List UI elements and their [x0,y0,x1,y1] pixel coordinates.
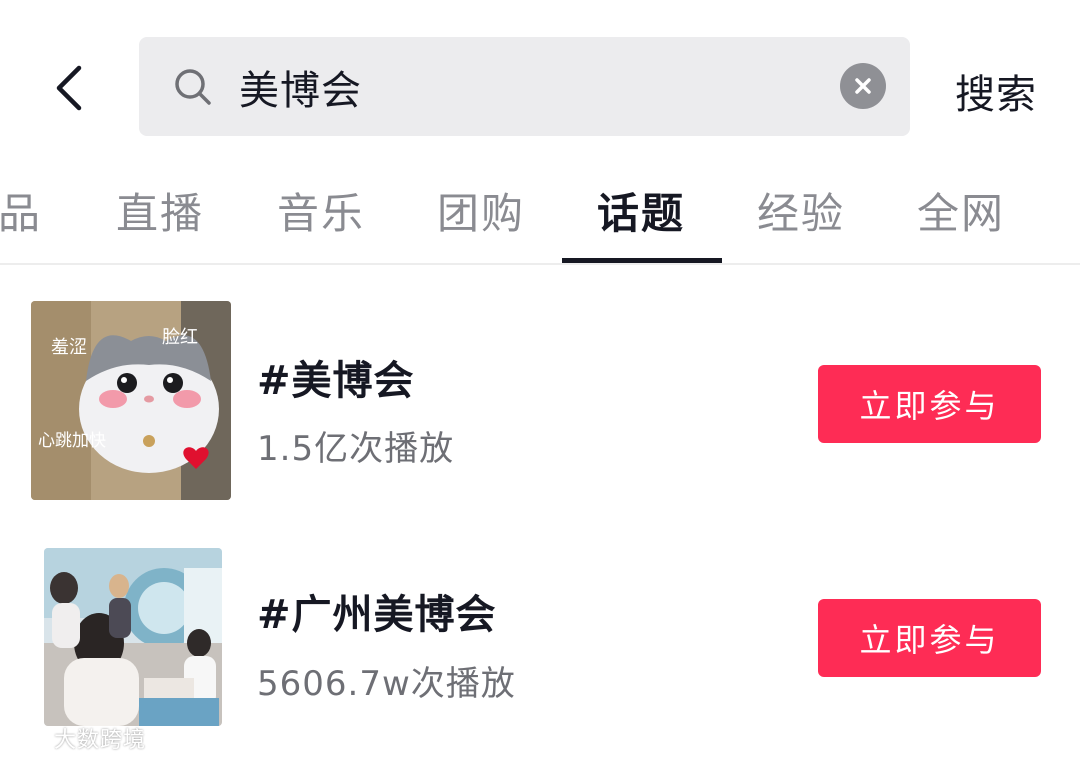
tab-live[interactable]: 直播 [116,180,204,241]
thumb-caption-shy: 羞涩 [51,337,87,358]
search-input[interactable]: 美博会 [139,37,910,136]
topic-result-item[interactable]: #广州美博会 5606.7w次播放 立即参与 [0,540,1080,740]
topic-play-count: 1.5亿次播放 [257,429,455,469]
topic-thumbnail-cat[interactable]: 羞涩 脸红 心跳加快 [31,301,231,500]
close-icon [855,78,871,94]
search-submit-button[interactable]: 搜索 [955,62,1037,120]
tabs-divider [0,263,1080,265]
watermark: 大数跨境 [8,722,146,754]
tab-products[interactable]: 品 [0,180,42,241]
category-tabs: 品 直播 音乐 团购 话题 经验 全网 [0,180,1080,264]
back-button[interactable] [40,58,96,118]
join-topic-button[interactable]: 立即参与 [818,365,1041,443]
clear-search-button[interactable] [840,63,886,109]
tab-all-web[interactable]: 全网 [917,180,1005,241]
topic-result-item[interactable]: 羞涩 脸红 心跳加快 #美博会 1.5亿次播放 立即参与 [0,298,1080,500]
watermark-logo-icon [11,726,48,747]
topic-title[interactable]: #美博会 [257,348,415,406]
chevron-left-icon [56,65,82,111]
join-topic-button[interactable]: 立即参与 [818,599,1041,677]
tab-experience[interactable]: 经验 [757,180,845,241]
expo-photo-image [44,548,222,726]
search-icon [175,68,211,105]
tab-group-buy[interactable]: 团购 [437,180,525,241]
thumb-caption-heartbeat: 心跳加快 [38,431,106,451]
search-query-text[interactable]: 美博会 [239,58,362,116]
thumb-caption-blush: 脸红 [162,327,198,348]
topic-title[interactable]: #广州美博会 [257,582,497,640]
tab-topics[interactable]: 话题 [597,180,685,241]
tab-music[interactable]: 音乐 [277,180,365,241]
watermark-text: 大数跨境 [54,728,147,753]
topic-thumbnail-expo[interactable] [44,548,222,726]
topic-play-count: 5606.7w次播放 [257,664,516,704]
cat-meme-image: 羞涩 脸红 心跳加快 [31,301,231,500]
